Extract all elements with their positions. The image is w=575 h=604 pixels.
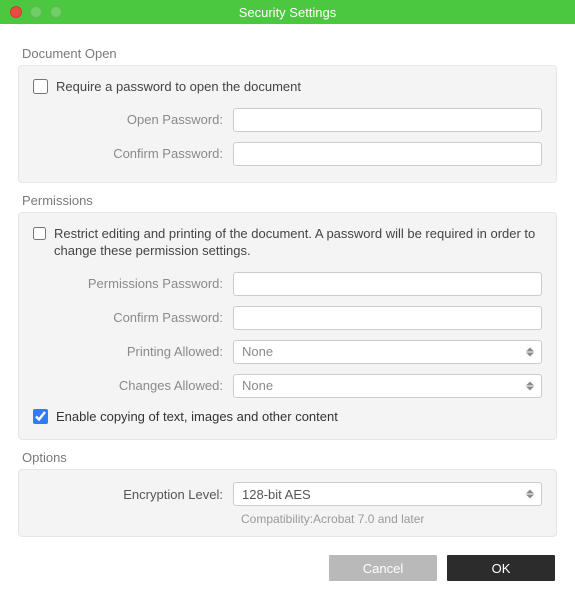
printing-allowed-value: None bbox=[242, 344, 273, 359]
titlebar: Security Settings bbox=[0, 0, 575, 24]
printing-allowed-row: Printing Allowed: None bbox=[33, 340, 542, 364]
open-confirm-password-row: Confirm Password: bbox=[33, 142, 542, 166]
enable-copy-checkbox[interactable] bbox=[33, 409, 48, 424]
open-password-label: Open Password: bbox=[33, 112, 233, 127]
window-title: Security Settings bbox=[0, 5, 575, 20]
section-label-permissions: Permissions bbox=[22, 193, 557, 208]
permissions-password-label: Permissions Password: bbox=[33, 276, 233, 291]
dialog-content: Document Open Require a password to open… bbox=[0, 24, 575, 595]
cancel-button[interactable]: Cancel bbox=[329, 555, 437, 581]
printing-allowed-select[interactable]: None bbox=[233, 340, 542, 364]
compatibility-text: Compatibility:Acrobat 7.0 and later bbox=[241, 512, 542, 526]
enable-copy-label: Enable copying of text, images and other… bbox=[56, 408, 338, 426]
encryption-level-select[interactable]: 128-bit AES bbox=[233, 482, 542, 506]
permissions-confirm-password-row: Confirm Password: bbox=[33, 306, 542, 330]
panel-permissions: Restrict editing and printing of the doc… bbox=[18, 212, 557, 441]
close-window-icon[interactable] bbox=[10, 6, 22, 18]
encryption-level-label: Encryption Level: bbox=[33, 487, 233, 502]
panel-options: Encryption Level: 128-bit AES Compatibil… bbox=[18, 469, 557, 537]
permissions-confirm-password-label: Confirm Password: bbox=[33, 310, 233, 325]
require-password-label: Require a password to open the document bbox=[56, 78, 301, 96]
zoom-window-icon[interactable] bbox=[50, 6, 62, 18]
section-label-document-open: Document Open bbox=[22, 46, 557, 61]
encryption-level-row: Encryption Level: 128-bit AES bbox=[33, 482, 542, 506]
changes-allowed-row: Changes Allowed: None bbox=[33, 374, 542, 398]
ok-button[interactable]: OK bbox=[447, 555, 555, 581]
panel-document-open: Require a password to open the document … bbox=[18, 65, 557, 183]
changes-allowed-select[interactable]: None bbox=[233, 374, 542, 398]
changes-allowed-label: Changes Allowed: bbox=[33, 378, 233, 393]
restrict-row: Restrict editing and printing of the doc… bbox=[33, 225, 542, 260]
open-confirm-password-input[interactable] bbox=[233, 142, 542, 166]
printing-allowed-label: Printing Allowed: bbox=[33, 344, 233, 359]
permissions-confirm-password-input[interactable] bbox=[233, 306, 542, 330]
require-password-checkbox[interactable] bbox=[33, 79, 48, 94]
section-label-options: Options bbox=[22, 450, 557, 465]
open-password-row: Open Password: bbox=[33, 108, 542, 132]
restrict-label: Restrict editing and printing of the doc… bbox=[54, 225, 542, 260]
require-password-row: Require a password to open the document bbox=[33, 78, 542, 96]
open-password-input[interactable] bbox=[233, 108, 542, 132]
restrict-checkbox[interactable] bbox=[33, 226, 46, 241]
minimize-window-icon[interactable] bbox=[30, 6, 42, 18]
encryption-level-value: 128-bit AES bbox=[242, 487, 311, 502]
permissions-password-row: Permissions Password: bbox=[33, 272, 542, 296]
permissions-password-input[interactable] bbox=[233, 272, 542, 296]
open-confirm-password-label: Confirm Password: bbox=[33, 146, 233, 161]
window-controls bbox=[10, 6, 62, 18]
enable-copy-row: Enable copying of text, images and other… bbox=[33, 408, 542, 426]
changes-allowed-value: None bbox=[242, 378, 273, 393]
button-row: Cancel OK bbox=[18, 555, 557, 581]
